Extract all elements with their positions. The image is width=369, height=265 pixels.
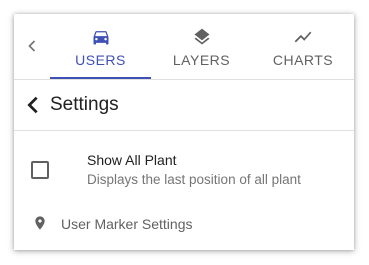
user-marker-settings-label: User Marker Settings bbox=[61, 216, 193, 232]
show-all-plant-description: Displays the last position of all plant bbox=[87, 172, 301, 187]
chevron-left-icon[interactable] bbox=[22, 36, 42, 56]
show-all-plant-option[interactable]: Show All Plant Displays the last positio… bbox=[14, 131, 354, 201]
tab-layers-label: LAYERS bbox=[172, 52, 231, 68]
car-icon bbox=[93, 31, 108, 45]
show-all-plant-checkbox[interactable] bbox=[31, 161, 49, 179]
page-title: Settings bbox=[50, 94, 119, 115]
show-all-plant-label: Show All Plant bbox=[87, 152, 177, 168]
settings-panel: USERS LAYERS CHARTS Settings Show All Pl… bbox=[14, 14, 354, 250]
back-arrow-icon[interactable] bbox=[22, 94, 44, 116]
tab-charts[interactable]: CHARTS bbox=[252, 14, 354, 79]
location-pin-icon bbox=[35, 216, 45, 230]
tab-layers[interactable]: LAYERS bbox=[151, 14, 252, 79]
tab-users[interactable]: USERS bbox=[50, 14, 151, 79]
chart-line-icon bbox=[294, 31, 312, 43]
layers-icon bbox=[194, 28, 209, 45]
tab-users-label: USERS bbox=[75, 52, 126, 68]
settings-header: Settings bbox=[14, 80, 354, 131]
tab-charts-label: CHARTS bbox=[272, 52, 334, 68]
user-marker-settings-item[interactable]: User Marker Settings bbox=[14, 208, 354, 238]
tab-bar: USERS LAYERS CHARTS bbox=[14, 14, 354, 80]
